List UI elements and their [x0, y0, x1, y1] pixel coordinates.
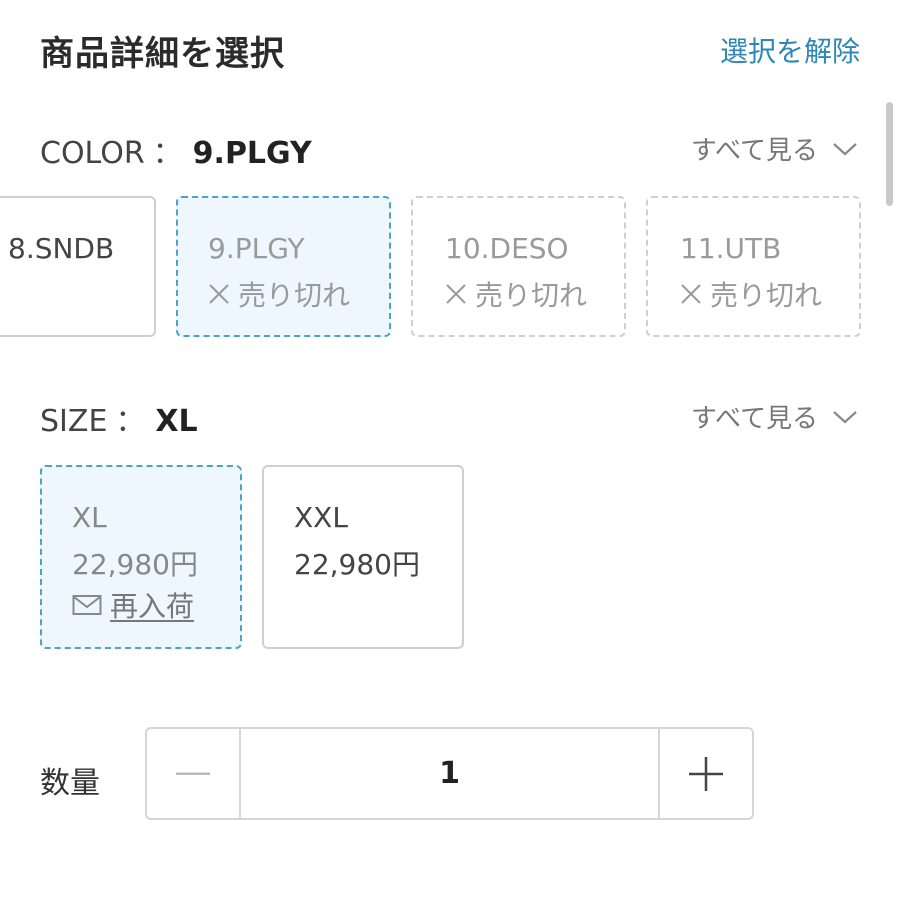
sold-out-status: 売り切れ — [445, 274, 587, 314]
page-title: 商品詳細を選択 — [40, 34, 285, 74]
sold-out-label: 売り切れ — [238, 279, 351, 312]
sold-out-label: 売り切れ — [710, 279, 823, 312]
size-separator: ： — [115, 404, 146, 439]
sold-out-status: 売り切れ — [680, 274, 822, 314]
close-icon — [209, 284, 229, 304]
chevron-down-icon — [833, 410, 857, 423]
size-option-name: XL — [72, 501, 107, 534]
color-selected-value: 9.PLGY — [192, 136, 312, 171]
size-label: SIZE — [40, 404, 108, 439]
color-option-9-plgy[interactable]: 9.PLGY 売り切れ — [176, 196, 391, 337]
color-separator: ： — [152, 136, 183, 171]
size-option-price: 22,980円 — [294, 548, 420, 581]
clear-selection-link[interactable]: 選択を解除 — [720, 30, 860, 70]
close-icon — [681, 284, 701, 304]
sold-out-label: 売り切れ — [475, 279, 588, 312]
size-selected-value: XL — [155, 404, 198, 439]
restock-label: 再入荷 — [110, 590, 195, 623]
color-section-label: COLOR ： 9.PLGY — [40, 128, 312, 172]
color-option-10-deso[interactable]: 10.DESO 売り切れ — [411, 196, 626, 337]
scrollbar[interactable] — [886, 102, 893, 206]
sold-out-status: 売り切れ — [208, 274, 350, 314]
color-see-all-button[interactable]: すべて見る — [691, 130, 858, 167]
chevron-down-icon — [833, 142, 857, 155]
size-option-price: 22,980円 — [72, 548, 198, 581]
mail-icon — [72, 595, 102, 615]
restock-link[interactable]: 再入荷 — [72, 585, 194, 625]
plus-icon — [689, 756, 723, 791]
color-see-all-label: すべて見る — [690, 136, 818, 166]
decrement-button[interactable] — [147, 729, 241, 818]
increment-button[interactable] — [658, 729, 752, 818]
color-option-name: 11.UTB — [680, 232, 782, 265]
color-option-11-utb[interactable]: 11.UTB 売り切れ — [646, 196, 861, 337]
color-option-name: 9.PLGY — [208, 232, 305, 265]
quantity-label: 数量 — [40, 766, 100, 801]
size-option-xl[interactable]: XL 22,980円 再入荷 — [40, 465, 242, 649]
color-option-name: 8.SNDB — [8, 232, 115, 265]
close-icon — [446, 284, 466, 304]
size-option-xxl[interactable]: XXL 22,980円 — [262, 465, 464, 649]
size-option-name: XXL — [294, 501, 348, 534]
color-label: COLOR — [40, 136, 145, 171]
size-see-all-button[interactable]: すべて見る — [691, 398, 858, 435]
quantity-stepper: 1 — [145, 727, 754, 820]
color-option-8-sndb[interactable]: 8.SNDB — [0, 196, 156, 337]
minus-icon — [176, 772, 210, 775]
size-section-label: SIZE ： XL — [40, 396, 198, 440]
color-option-name: 10.DESO — [445, 232, 569, 265]
quantity-value[interactable]: 1 — [241, 729, 658, 818]
size-see-all-label: すべて見る — [690, 404, 818, 434]
